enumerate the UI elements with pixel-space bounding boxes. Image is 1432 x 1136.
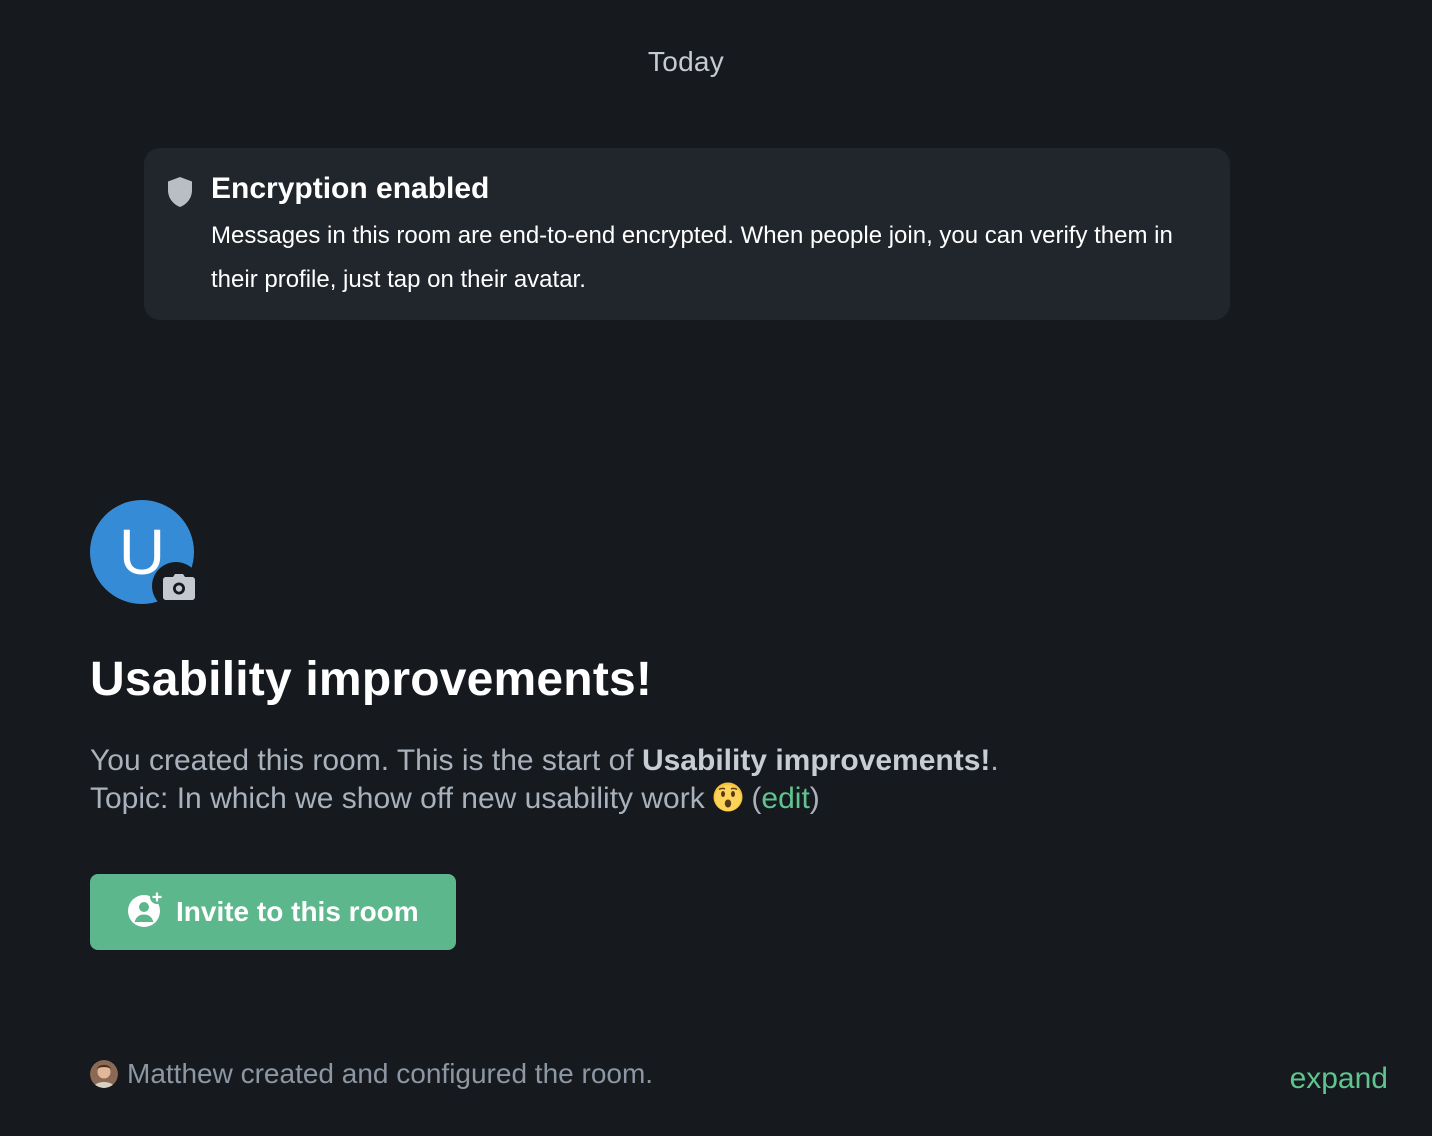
encryption-title: Encryption enabled	[211, 172, 490, 205]
room-topic: In which we show off new usability work	[176, 782, 705, 815]
room-topic-line: Topic: In which we show off new usabilit…	[90, 780, 999, 818]
invite-button-label: Invite to this room	[176, 896, 419, 927]
intro-room-name: Usability improvements!	[641, 744, 991, 777]
room-avatar-container[interactable]: U	[90, 500, 200, 610]
room-created-line: You created this room. This is the start…	[90, 742, 999, 780]
encryption-description: Messages in this room are end-to-end enc…	[211, 222, 1173, 293]
add-user-icon	[128, 890, 164, 927]
event-summary-text: Matthew created and configured the room.	[127, 1058, 654, 1089]
topic-prefix: Topic:	[90, 782, 177, 815]
room-timeline: Today Encryption enabled Messages in thi…	[0, 0, 1432, 1136]
expand-link[interactable]: expand	[1290, 1062, 1388, 1096]
date-separator: Today	[647, 46, 725, 77]
astonished-face-icon	[713, 782, 743, 812]
event-summary: Matthew created and configured the room.	[90, 1056, 653, 1092]
intro-prefix: You created this room. This is the start…	[90, 744, 642, 777]
room-name: Usability improvements!	[90, 653, 653, 706]
avatar-upload-button[interactable]	[152, 562, 200, 610]
camera-icon	[163, 574, 195, 600]
edit-open-paren: (	[743, 782, 762, 815]
intro-suffix: .	[990, 744, 999, 777]
user-avatar[interactable]	[90, 1060, 118, 1088]
edit-topic-link[interactable]: edit	[761, 782, 809, 815]
encryption-notice: Encryption enabled Messages in this room…	[144, 148, 1230, 320]
edit-close-paren: )	[809, 782, 820, 815]
invite-button[interactable]: Invite to this room	[90, 874, 456, 950]
shield-icon	[168, 177, 192, 207]
room-intro: You created this room. This is the start…	[90, 742, 999, 818]
